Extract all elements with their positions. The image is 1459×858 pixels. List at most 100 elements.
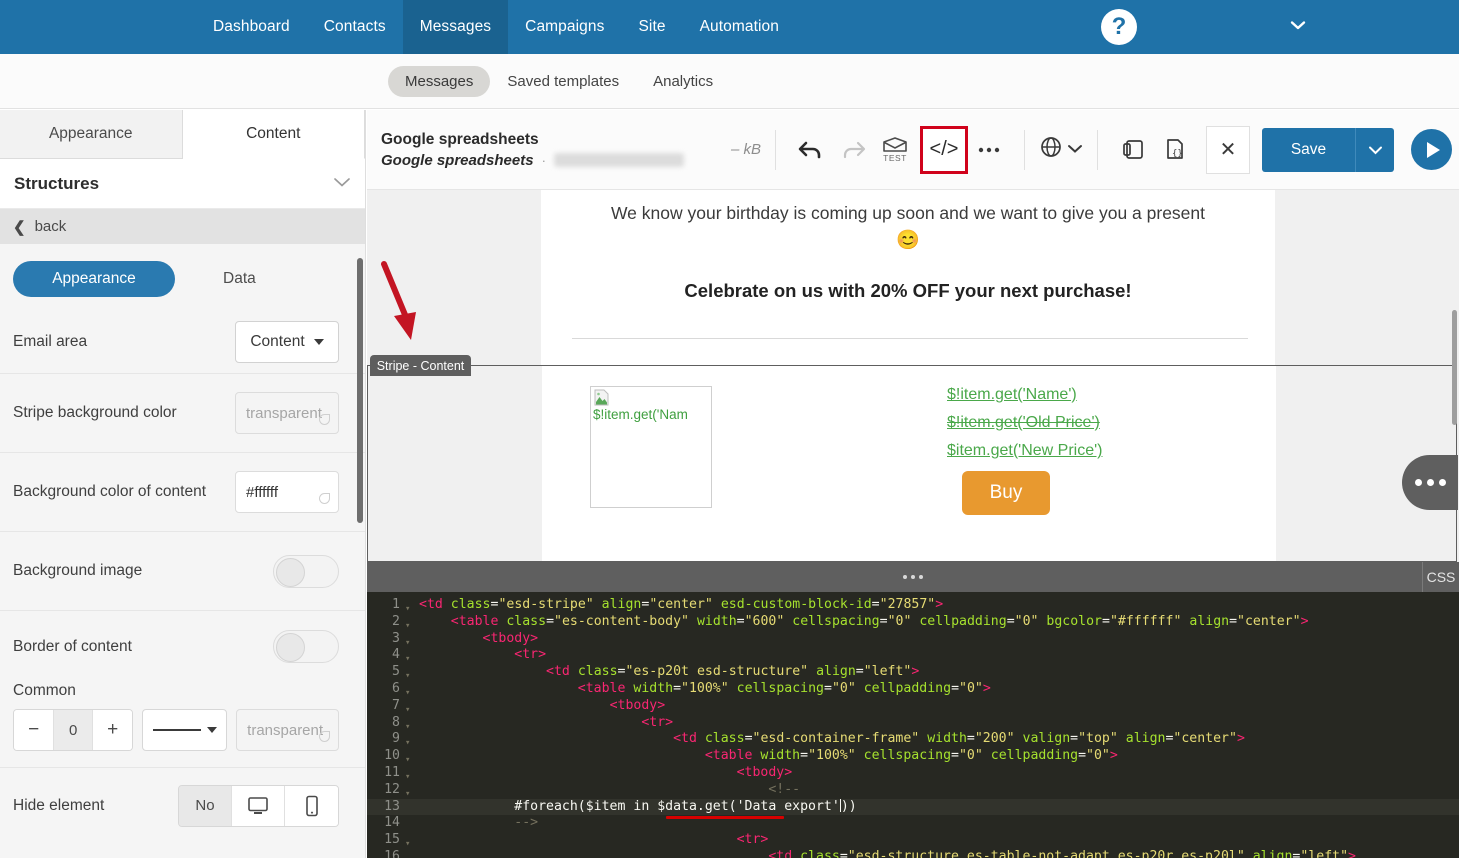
code-line[interactable]: 4 ▾ <tr> [367,647,1459,664]
error-underline [666,816,784,820]
code-line[interactable]: 12 ▾ <!-- [367,782,1459,799]
code-line-text: <table width="100%" cellspacing="0" cell… [577,680,991,696]
code-line[interactable]: 7 ▾ <tbody> [367,698,1459,715]
code-line[interactable]: 6 ▾ <table width="100%" cellspacing="0" c… [367,681,1459,698]
border-width-increment[interactable]: + [92,710,133,750]
code-view-icon[interactable]: </> [920,125,969,174]
product-new-price-link[interactable]: $item.get('New Price') [947,442,1102,460]
more-options-icon[interactable] [968,129,1010,171]
code-fold-toggle-icon[interactable]: ▾ [405,832,419,849]
nav-item-messages[interactable]: Messages [402,0,509,54]
code-fold-toggle-icon[interactable]: ▾ [405,782,419,799]
code-fold-toggle-icon[interactable]: ▾ [405,631,419,648]
code-line[interactable]: 5 ▾ <td class="es-p20t esd-structure" ali… [367,664,1459,681]
preview-play-icon[interactable] [1411,129,1453,170]
undo-icon[interactable] [790,129,832,171]
border-of-content-toggle[interactable] [273,630,339,663]
redo-icon[interactable] [832,129,874,171]
product-old-price-link[interactable]: $!item.get('Old Price') [947,414,1102,432]
code-fold-toggle-icon[interactable]: ▾ [405,698,419,715]
border-style-select[interactable] [142,709,228,751]
tab-saved-templates[interactable]: Saved templates [490,66,636,97]
back-button[interactable]: ❮ back [0,209,365,244]
color-swatch-icon [319,414,330,425]
desktop-monitor-icon[interactable] [232,785,285,826]
stripe-more-options-icon[interactable] [1402,455,1458,510]
selected-stripe-block[interactable]: $!item.get('Nam $!item.get('Name') $!ite… [367,365,1457,562]
code-line-text: <td class="esd-stripe" align="center" es… [419,597,944,612]
code-line[interactable]: 13 #foreach($item in $data.get('Data exp… [367,798,1459,820]
line-number: 5 [392,664,400,680]
border-width-value[interactable]: 0 [53,710,93,750]
code-fold-toggle-icon[interactable]: ▾ [405,597,419,614]
code-fold-toggle-icon[interactable]: ▾ [405,715,419,732]
code-fold-toggle-icon[interactable]: ▾ [405,765,419,782]
code-editor-content[interactable]: 1 ▾ <td class="esd-stripe" align="center" … [367,592,1459,858]
border-width-decrement[interactable]: − [14,710,54,750]
broken-image-placeholder[interactable]: $!item.get('Nam [590,386,712,508]
background-image-toggle[interactable] [273,554,339,588]
code-fold-toggle-icon[interactable]: ▾ [405,731,419,748]
code-line[interactable]: 8 ▾ <tr> [367,715,1459,732]
code-fold-toggle-icon[interactable]: ▾ [405,647,419,664]
sidebar-scrollbar[interactable] [357,258,363,523]
toolbar-divider [775,129,777,170]
help-icon[interactable]: ? [1101,9,1137,45]
editor-toolbar: Google spreadsheets Google spreadsheets … [367,110,1459,190]
code-line[interactable]: 3 ▾ <tbody> [367,631,1459,648]
email-area-select[interactable]: Content [235,321,339,363]
code-line[interactable]: 1 ▾ <td class="esd-stripe" align="center" … [367,597,1459,614]
stripe-bg-color-input[interactable]: transparent [235,392,339,434]
mode-tab-appearance[interactable]: Appearance [13,261,175,297]
save-button[interactable]: Save [1262,127,1356,172]
code-fold-toggle-icon[interactable]: ▾ [405,664,419,681]
code-line[interactable]: 15 ▾ <tr> [367,832,1459,849]
code-fold-toggle-icon[interactable] [405,815,419,832]
line-number: 12 [384,781,400,797]
close-icon[interactable]: ✕ [1206,125,1251,174]
code-line[interactable]: 11 ▾ <tbody> [367,765,1459,782]
sidebar-tab-content[interactable]: Content [182,110,365,159]
test-send-icon[interactable]: TEST [874,129,916,171]
tab-css[interactable]: CSS [1422,562,1459,592]
border-width-stepper[interactable]: − 0 + [13,709,134,751]
line-number: 8 [392,714,400,730]
nav-item-contacts[interactable]: Contacts [307,0,403,54]
email-preview-area: We know your birthday is coming up soon … [367,190,1459,562]
nav-item-site[interactable]: Site [621,0,682,54]
chevron-down-icon[interactable] [333,175,351,192]
preview-scrollbar[interactable] [1452,310,1457,425]
content-bg-color-input[interactable]: #ffffff [235,471,339,513]
code-line[interactable]: 16 ▾ <td class="esd-structure es-table-no… [367,849,1459,858]
file-code-icon[interactable]: {} [1154,129,1196,171]
nav-item-dashboard[interactable]: Dashboard [196,0,307,54]
code-line[interactable]: 9 ▾ <td class="esd-container-frame" width… [367,731,1459,748]
border-color-input[interactable]: transparent [236,709,340,751]
buy-button[interactable]: Buy [962,471,1050,515]
save-dropdown-chevron-down-icon[interactable] [1355,127,1395,172]
tab-messages[interactable]: Messages [388,65,491,97]
mode-tab-data[interactable]: Data [223,270,256,288]
product-name-link[interactable]: $!item.get('Name') [947,386,1102,404]
code-fold-toggle-icon[interactable] [405,799,419,816]
code-fold-toggle-icon[interactable]: ▾ [405,681,419,698]
code-line[interactable]: 14 --> [367,815,1459,832]
tab-analytics[interactable]: Analytics [636,66,730,97]
nav-item-automation[interactable]: Automation [683,0,796,54]
stripe-content: $!item.get('Nam $!item.get('Name') $!ite… [542,366,1276,561]
hide-element-no-option[interactable]: No [179,785,232,826]
sidebar-tab-appearance[interactable]: Appearance [0,110,183,159]
code-fold-toggle-icon[interactable]: ▾ [405,748,419,765]
language-globe-button[interactable] [1039,135,1083,164]
account-chevron-down-icon[interactable] [1287,14,1309,41]
nav-item-campaigns[interactable]: Campaigns [508,0,621,54]
code-line[interactable]: 2 ▾ <table class="es-content-body" width=… [367,614,1459,631]
drag-dots-icon[interactable] [903,575,923,579]
save-button-group: Save [1262,127,1395,172]
mobile-phone-icon[interactable] [285,785,338,826]
code-line[interactable]: 10 ▾ <table width="100%" cellspacing="0" … [367,748,1459,765]
code-fold-toggle-icon[interactable]: ▾ [405,614,419,631]
structures-section-header[interactable]: Structures [0,159,365,209]
code-fold-toggle-icon[interactable]: ▾ [405,849,419,858]
duplicate-icon[interactable] [1112,129,1154,171]
